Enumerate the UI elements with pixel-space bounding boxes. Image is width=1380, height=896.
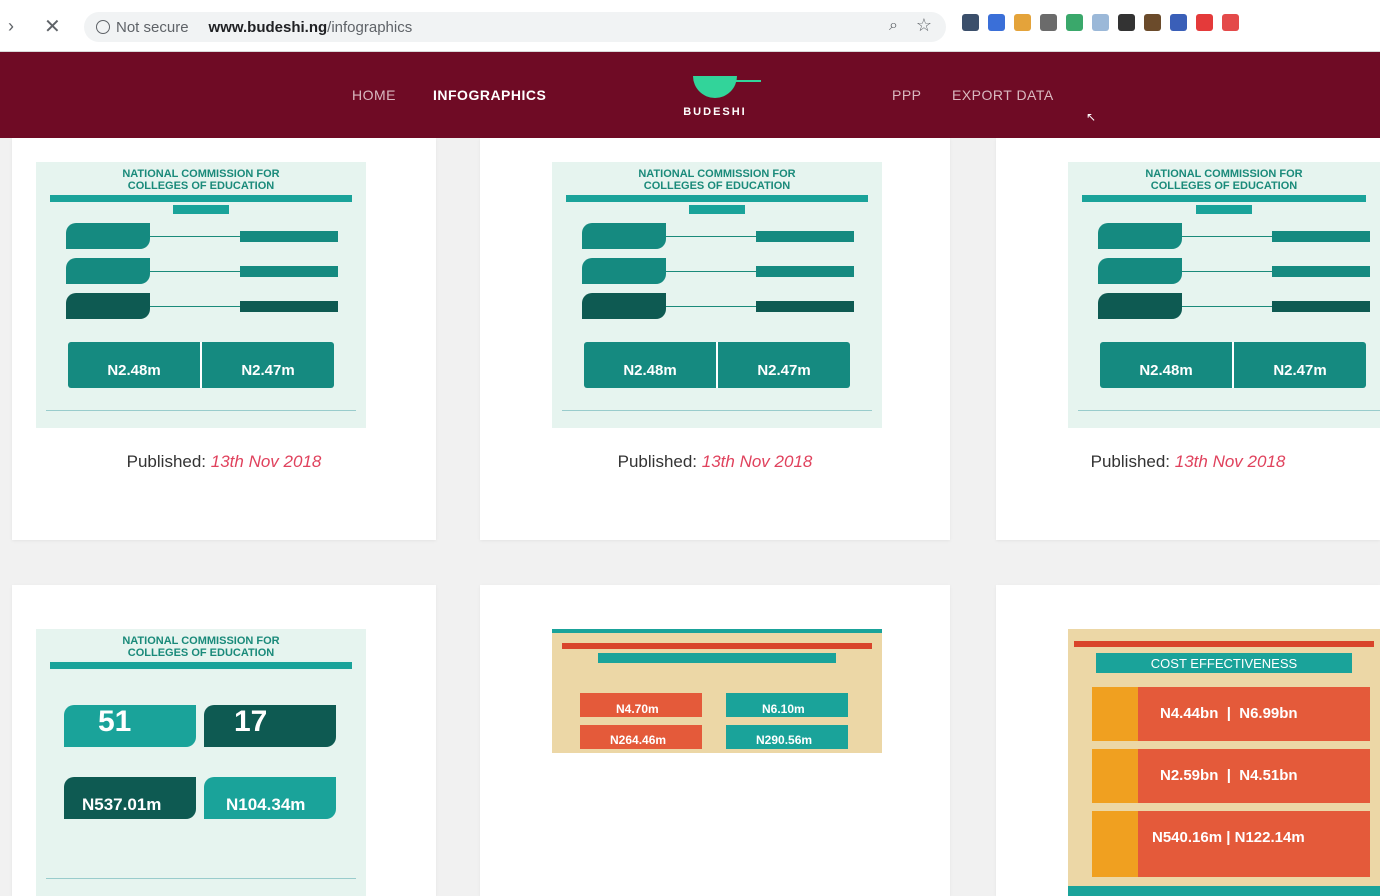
bowl-icon — [693, 76, 761, 98]
published-date: 13th Nov 2018 — [210, 452, 322, 471]
extension-icon[interactable] — [988, 14, 1005, 31]
published-date: 13th Nov 2018 — [701, 452, 813, 471]
site-header: HOME INFOGRAPHICS BUDESHI PPP EXPORT DAT… — [0, 52, 1380, 138]
infographic-image[interactable]: COST EFFECTIVENESS N4.44bn | N6.99bn N2.… — [1068, 629, 1380, 896]
infographic-card[interactable]: NATIONAL COMMISSION FOR COLLEGES OF EDUC… — [12, 138, 436, 540]
nav-infographics[interactable]: INFOGRAPHICS — [433, 87, 546, 103]
info-icon[interactable] — [96, 20, 110, 34]
budeshi-logo[interactable]: BUDESHI — [670, 70, 761, 128]
close-icon[interactable]: ✕ — [44, 14, 61, 39]
address-bar[interactable]: Not secure www.budeshi.ng/infographics ⌕… — [84, 12, 946, 42]
zoom-icon[interactable]: ⌕ — [889, 17, 898, 35]
infographic-card[interactable]: COST EFFECTIVENESS N4.44bn | N6.99bn N2.… — [996, 585, 1380, 896]
published-line: Published: 13th Nov 2018 — [126, 452, 322, 471]
cursor-icon: ↖ — [1086, 110, 1097, 124]
security-status: Not secure — [116, 18, 189, 36]
extension-icon[interactable] — [1144, 14, 1161, 31]
infographic-card[interactable]: NATIONAL COMMISSION FOR COLLEGES OF EDUC… — [480, 138, 950, 540]
infographic-image[interactable]: NATIONAL COMMISSION FOR COLLEGES OF EDUC… — [1068, 162, 1380, 428]
published-line: Published: 13th Nov 2018 — [617, 452, 813, 471]
forward-icon[interactable]: › — [8, 16, 14, 37]
extension-icon[interactable] — [1014, 14, 1031, 31]
extension-icon[interactable] — [1066, 14, 1083, 31]
extension-icon[interactable] — [1118, 14, 1135, 31]
published-line: Published: 13th Nov 2018 — [1090, 452, 1286, 471]
url-text: www.budeshi.ng/infographics — [208, 18, 413, 36]
infographic-card[interactable]: NATIONAL COMMISSION FOR COLLEGES OF EDUC… — [12, 585, 436, 896]
nav-ppp[interactable]: PPP — [892, 87, 922, 103]
extension-icon[interactable] — [1196, 14, 1213, 31]
infographic-image[interactable]: NATIONAL COMMISSION FOR COLLEGES OF EDUC… — [36, 629, 366, 896]
extensions-bar — [962, 14, 1239, 31]
nav-home[interactable]: HOME — [352, 87, 396, 103]
logo-text: BUDESHI — [683, 106, 747, 118]
infographic-image[interactable]: NATIONAL COMMISSION FOR COLLEGES OF EDUC… — [552, 162, 882, 428]
extension-icon[interactable] — [1222, 14, 1239, 31]
extension-icon[interactable] — [1170, 14, 1187, 31]
infographic-image[interactable]: N4.70m N6.10m N264.46m N290.56m — [552, 629, 882, 753]
nav-export-data[interactable]: EXPORT DATA — [952, 87, 1054, 103]
browser-toolbar: › ✕ Not secure www.budeshi.ng/infographi… — [0, 0, 1380, 52]
star-icon[interactable]: ☆ — [916, 15, 932, 36]
infographic-card[interactable]: NATIONAL COMMISSION FOR COLLEGES OF EDUC… — [996, 138, 1380, 540]
extension-icon[interactable] — [1040, 14, 1057, 31]
extension-icon[interactable] — [1092, 14, 1109, 31]
infographic-card[interactable]: N4.70m N6.10m N264.46m N290.56m — [480, 585, 950, 896]
published-date: 13th Nov 2018 — [1174, 452, 1286, 471]
infographic-image[interactable]: NATIONAL COMMISSION FOR COLLEGES OF EDUC… — [36, 162, 366, 428]
extension-icon[interactable] — [962, 14, 979, 31]
